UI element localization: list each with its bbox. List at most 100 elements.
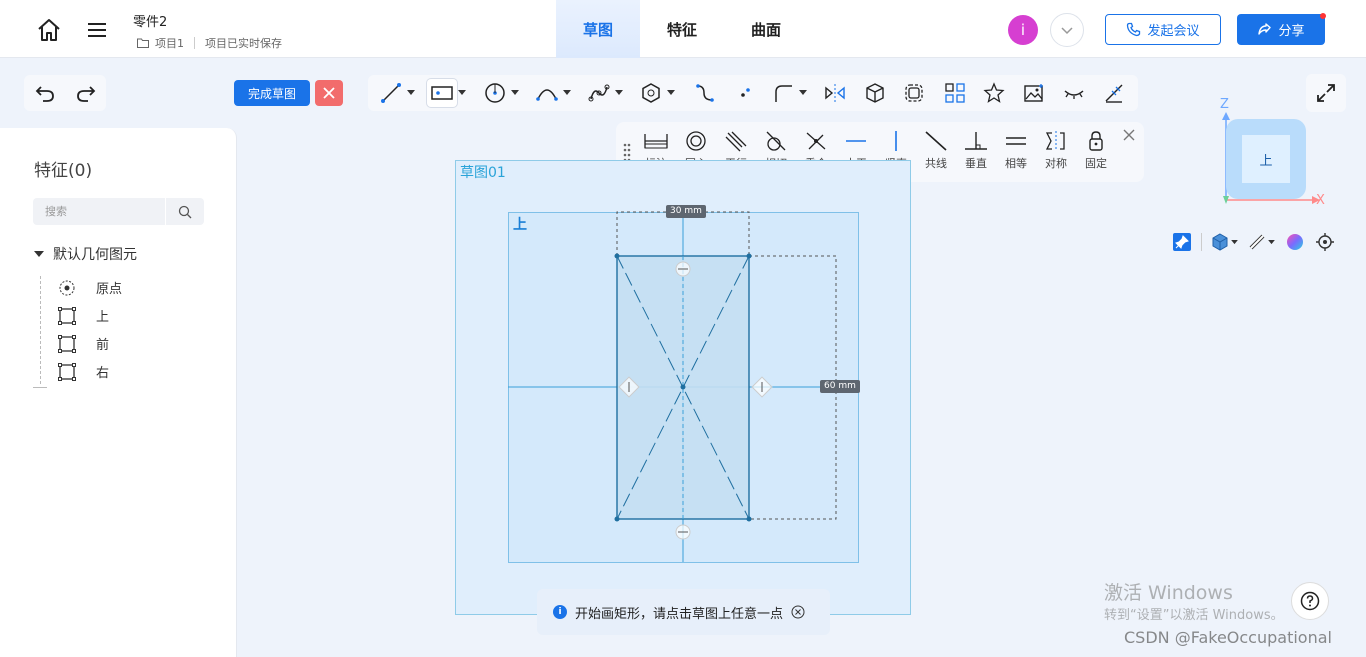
display-mode-button[interactable] [1206, 229, 1242, 255]
constraint-label: 固定 [1085, 157, 1107, 170]
vertex-point[interactable] [614, 516, 620, 522]
tangent-icon [766, 131, 786, 151]
image-icon [1024, 84, 1043, 102]
curve-tool[interactable] [690, 79, 720, 107]
close-circle-icon[interactable] [791, 605, 805, 619]
vertex-point[interactable] [746, 253, 752, 259]
view-cube-face-top[interactable]: 上 [1242, 135, 1290, 183]
pattern-icon [945, 83, 965, 103]
vertex-point[interactable] [614, 253, 620, 259]
measure-tool[interactable] [1099, 79, 1129, 107]
phone-icon [1127, 22, 1141, 37]
notification-dot [1320, 13, 1326, 19]
width-dimension-value[interactable]: 30 mm [666, 205, 706, 218]
dimension-icon [644, 134, 668, 149]
measure-view-button[interactable] [1242, 229, 1280, 255]
spline-icon [588, 84, 610, 102]
caret-down-icon [667, 90, 675, 95]
origin-icon [59, 280, 75, 295]
cancel-sketch-button[interactable] [315, 80, 343, 106]
caret-down-icon [615, 90, 623, 95]
color-palette-icon [1287, 234, 1303, 250]
document-meta: 项目1 项目已实时保存 [137, 35, 282, 51]
constraint-perpendicular[interactable]: 垂直 [958, 130, 994, 171]
plane-icon [58, 334, 76, 353]
center-point[interactable] [680, 384, 686, 390]
rectangle-tool[interactable] [427, 79, 467, 107]
polygon-tool[interactable] [636, 79, 676, 107]
history-controls [24, 75, 106, 111]
point-tool[interactable] [730, 79, 760, 107]
target-icon [1316, 233, 1334, 251]
help-button[interactable] [1291, 582, 1329, 620]
undo-icon[interactable] [34, 82, 56, 104]
folder-icon [137, 38, 149, 48]
tree-connector [40, 276, 41, 384]
star-icon [983, 82, 1005, 103]
box-tool[interactable] [860, 79, 890, 107]
horizontal-constraint-marker[interactable] [675, 524, 691, 540]
circle-tool[interactable] [480, 79, 520, 107]
constraint-collinear[interactable]: 共线 [918, 130, 954, 171]
symmetric-icon [1045, 131, 1065, 151]
tab-feature[interactable]: 特征 [640, 0, 724, 58]
tree-item-top-plane[interactable]: 上 [58, 306, 109, 325]
spline-tool[interactable] [584, 79, 624, 107]
account-dropdown-button[interactable] [1050, 13, 1084, 47]
fillet-icon [775, 85, 792, 102]
vertex-point[interactable] [746, 516, 752, 522]
view-tools [1167, 229, 1345, 255]
hint-toast: i 开始画矩形，请点击草图上任意一点 [537, 589, 830, 635]
avatar[interactable]: i [1008, 15, 1038, 45]
tree-item-origin[interactable]: 原点 [58, 278, 122, 297]
arc-tool[interactable] [532, 79, 572, 107]
tree-item-front-plane[interactable]: 前 [58, 334, 109, 353]
finish-sketch-button[interactable]: 完成草图 [234, 80, 310, 106]
line-tool[interactable] [376, 79, 416, 107]
feature-panel: 特征(0) 默认几何图元 原点 上 前 右 [0, 128, 237, 657]
save-status: 项目已实时保存 [205, 37, 282, 50]
tree-root-default-geometry[interactable]: 默认几何图元 [33, 244, 137, 264]
fillet-tool[interactable] [768, 79, 808, 107]
home-icon[interactable] [36, 17, 62, 43]
star-tool[interactable] [979, 79, 1009, 107]
pattern-tool[interactable] [940, 79, 970, 107]
constraint-equal[interactable]: 相等 [998, 130, 1034, 171]
windows-watermark-title: 激活 Windows [1104, 582, 1233, 604]
document-title[interactable]: 零件2 [133, 11, 167, 30]
chevron-down-icon [1061, 27, 1073, 35]
project-name[interactable]: 项目1 [155, 35, 184, 51]
redo-icon[interactable] [75, 82, 97, 104]
start-meeting-button[interactable]: 发起会议 [1105, 14, 1221, 45]
mirror-tool[interactable] [820, 79, 850, 107]
sketch-name-label[interactable]: 草图01 [460, 162, 506, 182]
info-icon: i [553, 605, 567, 619]
help-icon [1300, 591, 1320, 611]
offset-tool[interactable] [899, 79, 929, 107]
tab-surface[interactable]: 曲面 [724, 0, 808, 58]
feature-panel-title: 特征(0) [34, 161, 93, 181]
appearance-button[interactable] [1280, 229, 1310, 255]
csdn-credit: CSDN @FakeOccupational [1124, 628, 1332, 647]
search-input[interactable] [33, 198, 166, 225]
tree-item-right-plane[interactable]: 右 [58, 362, 109, 381]
focus-view-button[interactable] [1310, 229, 1340, 255]
search-button[interactable] [166, 198, 204, 225]
height-dimension-value[interactable]: 60 mm [820, 380, 860, 393]
arc-icon [536, 89, 558, 101]
caret-down-icon [458, 90, 466, 95]
horizontal-constraint-marker[interactable] [675, 261, 691, 277]
menu-icon[interactable] [85, 18, 109, 42]
close-icon[interactable] [1121, 127, 1137, 143]
meeting-label: 发起会议 [1147, 24, 1200, 39]
share-button[interactable]: 分享 [1237, 14, 1325, 45]
constraint-fix[interactable]: 固定 [1078, 130, 1114, 171]
lock-icon [1089, 131, 1103, 151]
hide-tool[interactable] [1059, 79, 1089, 107]
image-tool[interactable] [1019, 79, 1049, 107]
pin-view-button[interactable] [1167, 229, 1197, 255]
constraint-symmetric[interactable]: 对称 [1038, 130, 1074, 171]
caret-down-icon [34, 251, 44, 257]
constraint-label: 垂直 [965, 157, 987, 170]
tab-sketch[interactable]: 草图 [556, 0, 640, 58]
